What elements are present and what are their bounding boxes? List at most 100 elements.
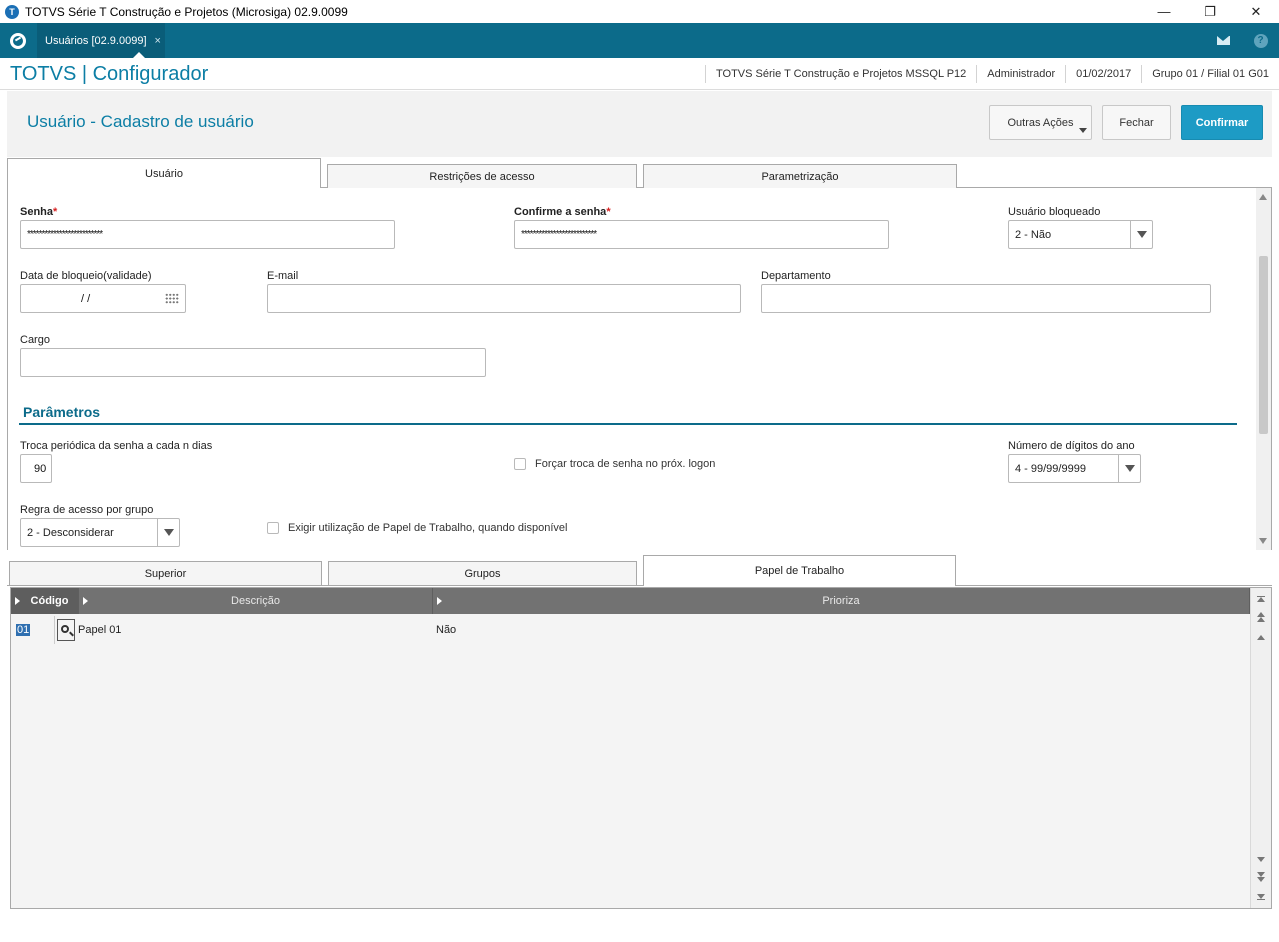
forcar-troca-checkbox[interactable] [514, 458, 526, 470]
page-header: Usuário - Cadastro de usuário Outras Açõ… [7, 91, 1272, 157]
prioriza-value: Não [436, 624, 457, 636]
app-tab-bar: Usuários [02.9.0099] × ? [0, 23, 1279, 58]
table-row[interactable]: 01 Papel 01 Não [11, 616, 1250, 644]
dropdown-arrow-icon[interactable] [1118, 455, 1140, 482]
digitos-ano-label: Número de dígitos do ano [1008, 440, 1135, 452]
exigir-papel-checkbox-row[interactable]: Exigir utilização de Papel de Trabalho, … [267, 522, 567, 534]
exigir-papel-checkbox[interactable] [267, 522, 279, 534]
cargo-input[interactable] [20, 348, 486, 377]
tab-usuarios[interactable]: Usuários [02.9.0099] × [37, 23, 165, 58]
forcar-troca-checkbox-row[interactable]: Forçar troca de senha no próx. logon [514, 458, 715, 470]
app-tabbar-actions: ? [1205, 23, 1279, 58]
cell-descricao[interactable]: Papel 01 [55, 616, 433, 644]
digitos-ano-value: 4 - 99/99/9999 [1015, 462, 1086, 475]
main-tabs: Usuário Restrições de acesso Parametriza… [7, 158, 1272, 189]
module-info: TOTVS Série T Construção e Projetos MSSQ… [705, 58, 1279, 90]
confirmar-button[interactable]: Confirmar [1181, 105, 1263, 140]
cargo-label: Cargo [20, 334, 50, 346]
scroll-page-down-icon[interactable] [1254, 870, 1268, 884]
scroll-bottom-icon[interactable] [1254, 890, 1268, 904]
forcar-troca-label: Forçar troca de senha no próx. logon [535, 458, 716, 470]
outras-acoes-button[interactable]: Outras Ações [989, 105, 1092, 140]
scroll-up-icon[interactable] [1254, 630, 1268, 644]
search-lookup-icon[interactable] [57, 619, 75, 641]
departamento-input[interactable] [761, 284, 1211, 313]
scroll-thumb[interactable] [1259, 256, 1268, 434]
usuario-bloqueado-value: 2 - Não [1015, 228, 1052, 241]
senha-label: Senha* [20, 206, 58, 218]
codigo-value[interactable]: 01 [16, 624, 31, 636]
caret-down-icon [1079, 128, 1087, 133]
date-info: 01/02/2017 [1065, 65, 1141, 83]
tab-superior[interactable]: Superior [9, 561, 322, 585]
usuario-bloqueado-label: Usuário bloqueado [1008, 206, 1101, 218]
cell-codigo[interactable]: 01 [11, 616, 55, 644]
lower-tabs: Superior Grupos Papel de Trabalho [7, 555, 1272, 586]
tab-usuario[interactable]: Usuário [7, 158, 321, 189]
page-title: Usuário - Cadastro de usuário [27, 112, 254, 131]
environment-info: TOTVS Série T Construção e Projetos MSSQ… [705, 65, 976, 83]
dropdown-arrow-icon[interactable] [157, 519, 179, 546]
digitos-ano-select[interactable]: 4 - 99/99/9999 [1008, 454, 1141, 483]
calendar-icon[interactable] [165, 293, 179, 304]
tab-papel-de-trabalho[interactable]: Papel de Trabalho [643, 555, 956, 586]
mail-icon[interactable] [1205, 23, 1242, 58]
email-input[interactable] [267, 284, 741, 313]
dropdown-arrow-icon[interactable] [1130, 221, 1152, 248]
regra-acesso-select[interactable]: 2 - Desconsiderar [20, 518, 180, 547]
window-titlebar: T TOTVS Série T Construção e Projetos (M… [0, 0, 1279, 23]
totvs-app-icon: T [5, 4, 19, 19]
papel-trabalho-grid: Código Descrição Prioriza 01 Papel 01 Nã… [10, 587, 1272, 909]
confirme-senha-label: Confirme a senha* [514, 206, 611, 218]
troca-periodica-input[interactable]: 90 [20, 454, 52, 483]
close-window-button[interactable]: ✕ [1233, 0, 1279, 23]
cell-prioriza[interactable]: Não [433, 616, 1033, 644]
senha-input[interactable]: ************************** [20, 220, 395, 249]
totvs-logo-icon[interactable] [0, 23, 36, 58]
branch-info: Grupo 01 / Filial 01 G01 [1141, 65, 1279, 83]
app-window: T TOTVS Série T Construção e Projetos (M… [0, 0, 1279, 942]
column-arrow-icon [83, 597, 88, 605]
grid-header: Código Descrição Prioriza [11, 588, 1250, 614]
tab-parametrizacao[interactable]: Parametrização [643, 164, 957, 188]
exigir-papel-label: Exigir utilização de Papel de Trabalho, … [288, 522, 568, 534]
module-title: TOTVS | Configurador [10, 63, 209, 85]
column-descricao[interactable]: Descrição [79, 588, 433, 614]
close-tab-icon[interactable]: × [155, 35, 161, 47]
usuario-bloqueado-select[interactable]: 2 - Não [1008, 220, 1153, 249]
scroll-top-icon[interactable] [1254, 592, 1268, 606]
user-form: Senha* ************************** Confir… [7, 188, 1272, 550]
restore-button[interactable]: ❐ [1187, 0, 1233, 23]
tab-grupos[interactable]: Grupos [328, 561, 637, 585]
tab-usuarios-label: Usuários [02.9.0099] [45, 34, 147, 47]
parametros-section-title: Parâmetros [23, 404, 101, 420]
scroll-page-up-icon[interactable] [1254, 610, 1268, 624]
column-arrow-icon [15, 597, 20, 605]
help-icon[interactable]: ? [1242, 23, 1279, 58]
data-bloqueio-input[interactable]: / / [20, 284, 186, 313]
scroll-down-icon[interactable] [1254, 852, 1268, 866]
section-divider [19, 423, 1237, 425]
regra-acesso-value: 2 - Desconsiderar [27, 526, 114, 539]
troca-periodica-label: Troca periódica da senha a cada n dias [20, 440, 213, 452]
email-label: E-mail [267, 270, 299, 282]
column-prioriza[interactable]: Prioriza [433, 588, 1250, 614]
tab-restricoes[interactable]: Restrições de acesso [327, 164, 637, 188]
scroll-up-icon[interactable] [1259, 194, 1267, 200]
data-bloqueio-value: / / [81, 292, 91, 305]
minimize-button[interactable]: — [1141, 0, 1187, 23]
window-title: TOTVS Série T Construção e Projetos (Mic… [25, 4, 348, 19]
window-controls: — ❐ ✕ [1141, 0, 1279, 23]
outras-acoes-label: Outras Ações [1007, 116, 1074, 129]
data-bloqueio-label: Data de bloqueio(validade) [20, 270, 152, 282]
confirme-senha-input[interactable]: ************************** [514, 220, 889, 249]
departamento-label: Departamento [761, 270, 831, 282]
column-arrow-icon [437, 597, 442, 605]
regra-acesso-label: Regra de acesso por grupo [20, 504, 154, 516]
scroll-down-icon[interactable] [1259, 538, 1267, 544]
user-info: Administrador [976, 65, 1065, 83]
fechar-button[interactable]: Fechar [1102, 105, 1171, 140]
form-scrollbar[interactable] [1256, 188, 1271, 550]
grid-scrollbar[interactable] [1250, 588, 1271, 908]
column-codigo[interactable]: Código [11, 588, 79, 614]
